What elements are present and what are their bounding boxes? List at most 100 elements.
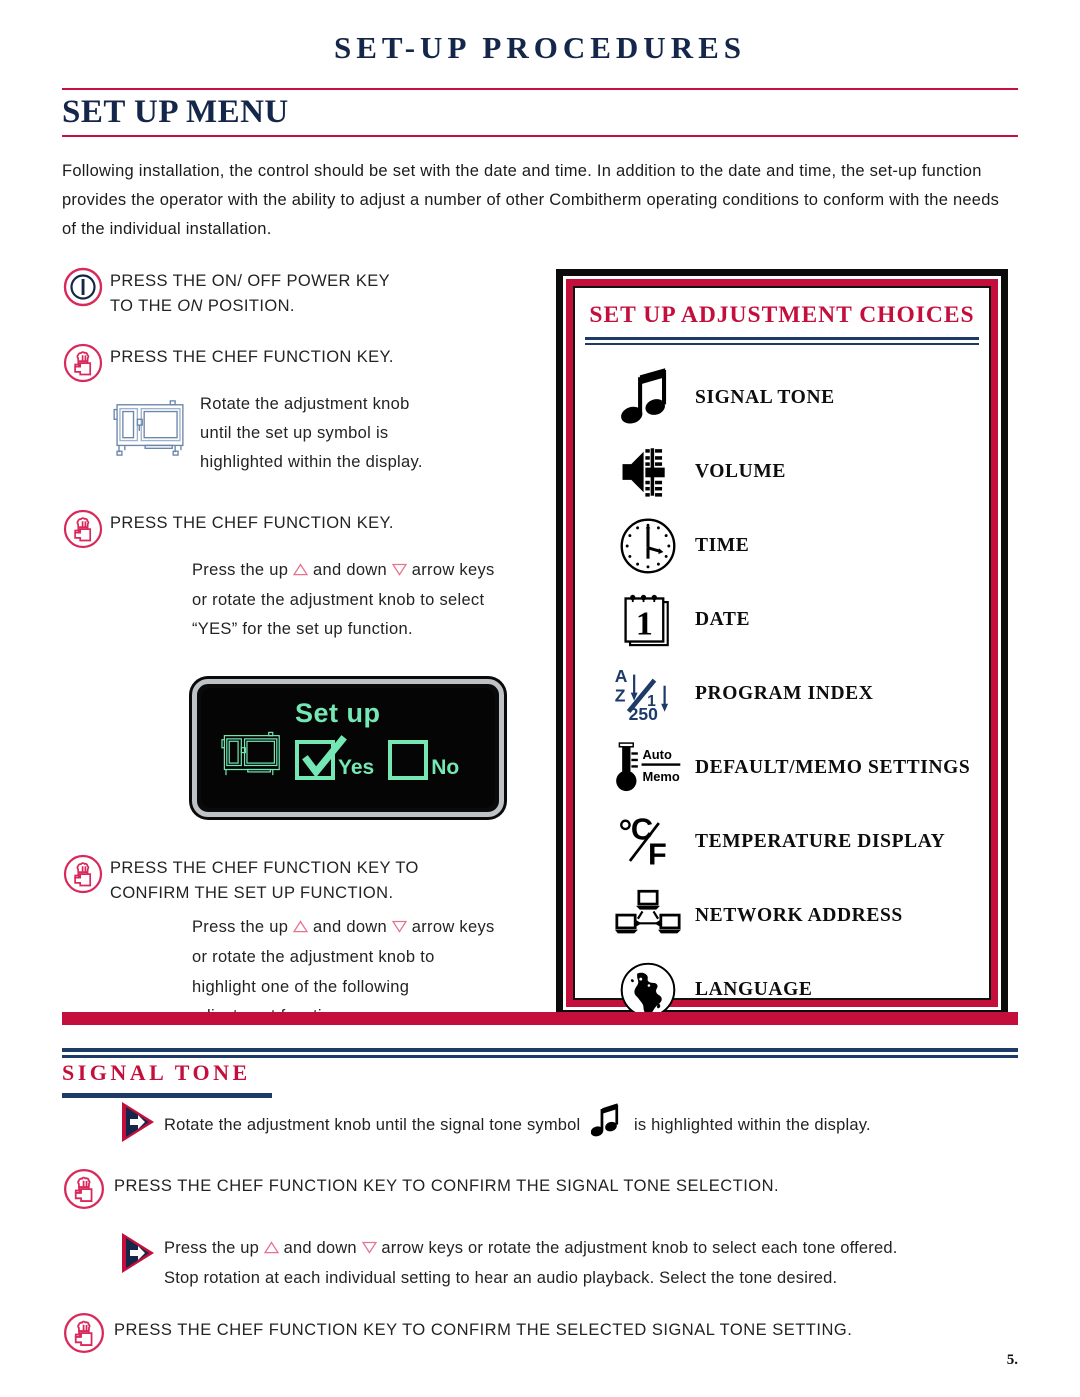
- choice-signal-tone[interactable]: SIGNAL TONE: [583, 361, 981, 435]
- chef-function-key-icon: [62, 1311, 106, 1355]
- signal-tone-row-3: Press the up and down arrow keys or rota…: [62, 1229, 1022, 1293]
- step3-mid: and down: [313, 560, 387, 579]
- panel-red-border: SET UP ADJUSTMENT CHOICES SIGNAL TONE VO…: [566, 278, 998, 1017]
- step3-sub-3: “YES” for the set up function.: [192, 620, 413, 639]
- signal-tone-row-4-text: PRESS THE CHEF FUNCTION KEY TO CONFIRM T…: [114, 1320, 853, 1339]
- choice-label: VOLUME: [695, 460, 786, 482]
- music-note-icon: [590, 1103, 623, 1149]
- choice-label: DATE: [695, 608, 751, 630]
- fahrenheit-letter: F: [648, 836, 667, 869]
- lcd-oven-icon: [217, 730, 285, 785]
- arrow-up-icon: [263, 1235, 280, 1264]
- step3-line1: PRESS THE CHEF FUNCTION KEY.: [110, 513, 394, 532]
- signal-tone-row-2: PRESS THE CHEF FUNCTION KEY TO CONFIRM T…: [62, 1167, 1022, 1211]
- page-number: 5.: [1006, 1352, 1018, 1368]
- row1-pre: Rotate the adjustment knob until the sig…: [164, 1116, 581, 1134]
- arrow-down-icon: [391, 557, 408, 586]
- signal-tone-row-2-text: PRESS THE CHEF FUNCTION KEY TO CONFIRM T…: [114, 1176, 780, 1195]
- choice-label: TIME: [695, 534, 750, 556]
- signal-tone-row-4: PRESS THE CHEF FUNCTION KEY TO CONFIRM T…: [62, 1311, 1022, 1355]
- row3-line2: Stop rotation at each individual setting…: [164, 1268, 838, 1287]
- panel-divider-bottom: [585, 342, 979, 345]
- step2-sub-1: Rotate the adjustment knob: [200, 394, 410, 413]
- step-chef-key-2-text: PRESS THE CHEF FUNCTION KEY.: [110, 508, 394, 537]
- step-power-key-text: PRESS THE ON/ OFF POWER KEY TO THE ON PO…: [110, 266, 390, 320]
- memo-bottom-word: Memo: [642, 768, 679, 783]
- section-title: SET UP MENU: [62, 94, 289, 130]
- step-chef-key-2: PRESS THE CHEF FUNCTION KEY.: [62, 508, 542, 550]
- intro-paragraph: Following installation, the control shou…: [62, 157, 1018, 244]
- row3-line1: Press the up and down arrow keys or rota…: [164, 1234, 898, 1264]
- row3-post: arrow keys or rotate the adjustment knob…: [381, 1238, 898, 1257]
- step1-line2-b: POSITION.: [202, 297, 295, 316]
- row3-pre: Press the up: [164, 1238, 260, 1257]
- choice-date[interactable]: 1 DATE: [583, 583, 981, 657]
- signal-tone-row-1-text: Rotate the adjustment knob until the sig…: [164, 1098, 871, 1149]
- divider-navy-a: [62, 1048, 1018, 1052]
- arrow-up-icon: [292, 557, 309, 586]
- chef-function-key-icon: [62, 853, 104, 895]
- speaker-volume-icon: [609, 439, 687, 505]
- signal-tone-row-3-text: Press the up and down arrow keys or rota…: [164, 1229, 898, 1293]
- chef-function-key-icon: [62, 508, 104, 550]
- index-to-letter: Z: [615, 685, 626, 705]
- calendar-icon: 1: [609, 587, 687, 653]
- memo-top-word: Auto: [642, 746, 672, 761]
- document-title: SET-UP PROCEDURES: [333, 30, 746, 65]
- step2-sub-2: until the set up symbol is: [200, 424, 389, 443]
- power-key-icon: [62, 266, 104, 308]
- step1-line2: TO THE ON POSITION.: [110, 294, 390, 320]
- arrow-bullet-icon: [120, 1100, 156, 1144]
- step1-line1: PRESS THE ON/ OFF POWER KEY: [110, 271, 391, 290]
- choice-time[interactable]: TIME: [583, 509, 981, 583]
- lcd-display: Set up Yes No: [192, 678, 504, 817]
- choice-temperature-display[interactable]: C F TEMPERATURE DISPLAY: [583, 805, 981, 879]
- signal-tone-row-1: Rotate the adjustment knob until the sig…: [62, 1098, 1022, 1149]
- lcd-yes-checkbox[interactable]: [295, 734, 347, 780]
- thermometer-auto-memo-icon: Auto Memo: [609, 735, 687, 801]
- arrow-bullet-icon: [120, 1231, 156, 1275]
- index-from-letter: A: [615, 666, 628, 686]
- step4-pre: Press the up: [192, 917, 289, 936]
- lcd-title: Set up: [295, 697, 381, 728]
- choice-volume[interactable]: VOLUME: [583, 435, 981, 509]
- step-power-key: PRESS THE ON/ OFF POWER KEY TO THE ON PO…: [62, 266, 542, 320]
- check-icon: [295, 734, 349, 784]
- lcd-screen: Set up Yes No: [201, 687, 495, 808]
- choice-label: TEMPERATURE DISPLAY: [695, 830, 946, 852]
- clock-icon: [609, 513, 687, 579]
- step-chef-key-1: PRESS THE CHEF FUNCTION KEY.: [62, 342, 542, 384]
- arrow-down-icon: [391, 914, 408, 943]
- step3-pre: Press the up: [192, 560, 289, 579]
- lcd-no-checkbox[interactable]: [388, 739, 429, 780]
- choice-label: SIGNAL TONE: [695, 386, 835, 408]
- choice-label: DEFAULT/MEMO SETTINGS: [695, 756, 971, 778]
- choice-label: LANGUAGE: [695, 978, 813, 1000]
- arrow-down-icon: [361, 1235, 377, 1264]
- step-chef-key-3-text: PRESS THE CHEF FUNCTION KEY TO CONFIRM T…: [110, 853, 419, 907]
- choice-program-index[interactable]: A Z 1 250 PROGRAM INDEX: [583, 657, 981, 731]
- lcd-no-label: No: [431, 755, 460, 779]
- step4-post: arrow keys: [411, 917, 495, 936]
- left-column: PRESS THE ON/ OFF POWER KEY TO THE ON PO…: [62, 266, 542, 1032]
- signal-tone-instructions: Rotate the adjustment knob until the sig…: [62, 1098, 1022, 1365]
- step2-sub-3: highlighted within the display.: [200, 453, 423, 472]
- adjustment-choices-panel: SET UP ADJUSTMENT CHOICES SIGNAL TONE VO…: [556, 268, 1008, 1017]
- music-note-icon: [609, 365, 687, 431]
- panel-interior: SET UP ADJUSTMENT CHOICES SIGNAL TONE VO…: [573, 285, 991, 1017]
- choice-network-address[interactable]: NETWORK ADDRESS: [583, 879, 981, 953]
- step4-line1: PRESS THE CHEF FUNCTION KEY TO: [110, 858, 419, 877]
- step4-sub-3: highlight one of the following: [192, 977, 410, 996]
- divider-red-band: [62, 1012, 1018, 1025]
- step4-mid: and down: [313, 917, 387, 936]
- panel-title: SET UP ADJUSTMENT CHOICES: [589, 301, 975, 328]
- divider-red-top: [62, 88, 1018, 90]
- program-index-icon: A Z 1 250: [609, 661, 687, 727]
- step3-post: arrow keys: [411, 560, 495, 579]
- choice-default-memo[interactable]: Auto Memo DEFAULT/MEMO SETTINGS: [583, 731, 981, 805]
- signal-tone-heading: SIGNAL TONE: [62, 1060, 251, 1085]
- arrow-up-icon: [292, 914, 309, 943]
- row1-post: is highlighted within the display.: [634, 1116, 871, 1134]
- document-page: SET-UP PROCEDURES SET UP MENU Following …: [0, 0, 1080, 1397]
- step3-sub-2: or rotate the adjustment knob to select: [192, 591, 485, 610]
